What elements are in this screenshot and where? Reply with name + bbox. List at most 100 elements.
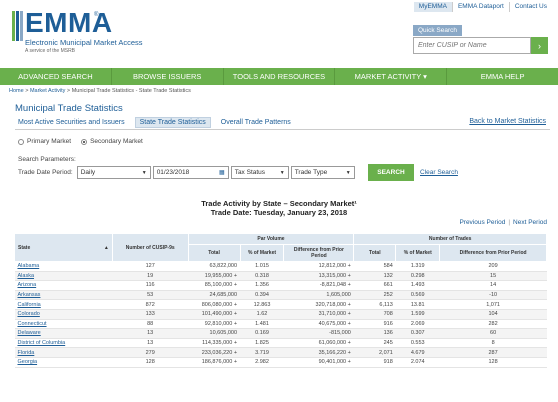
column-header-par-pct[interactable]: % of Market [239, 244, 285, 262]
trades-pct-cell: 1.493 [395, 280, 440, 291]
trades-pct-cell: 1.319 [395, 261, 440, 272]
quick-search-button[interactable]: › [531, 37, 548, 54]
results-title-line1: Trade Activity by State – Secondary Mark… [201, 199, 357, 208]
myemma-link[interactable]: MyEMMA [413, 2, 452, 12]
state-cell[interactable]: Florida [14, 347, 113, 358]
previous-period-link[interactable]: Previous Period [459, 219, 505, 226]
column-header-trades-pct[interactable]: % of Market [395, 244, 441, 262]
trades-pct-cell: 0.298 [395, 271, 440, 282]
par-total-cell: 24,685,000 [188, 290, 241, 301]
results-title: Trade Activity by State – Secondary Mark… [0, 199, 558, 217]
par-pct-cell: 3.719 [240, 347, 284, 358]
table-row: Georgia 128 186,876,000 +2.982 90,401,000 +… [14, 357, 547, 368]
par-diff-cell: 35,166,220 + [283, 347, 354, 358]
nav-market-activity[interactable]: MARKET ACTIVITY ▾ [335, 68, 448, 85]
cusip-count-cell: 88 [112, 319, 189, 330]
radio-label: Primary Market [27, 138, 72, 145]
column-header-trades-total[interactable]: Total [353, 244, 397, 262]
state-trade-table: State ▲ Number of CUSIP-9s Par Volume Num… [14, 233, 547, 368]
par-diff-cell: 61,060,000 + [283, 338, 354, 349]
par-total-cell: 186,876,000 + [188, 357, 241, 368]
nav-browse-issuers[interactable]: BROWSE ISSUERS [112, 68, 224, 85]
table-row: Delaware 13 10,605,000 0.169 -815,000 136 0.30… [14, 328, 547, 339]
table-row: California 872 806,080,000 +12.863 320,718,… [14, 299, 547, 310]
state-cell[interactable]: Georgia [14, 357, 113, 368]
state-cell[interactable]: Colorado [14, 309, 113, 320]
dropdown-arrow-icon: ▼ [345, 170, 351, 176]
tab-most-active[interactable]: Most Active Securities and Issuers [18, 119, 125, 126]
radio-primary-market[interactable]: Primary Market [18, 138, 71, 145]
clear-search-link[interactable]: Clear Search [420, 169, 458, 176]
breadcrumb-home[interactable]: Home [9, 88, 24, 94]
trade-date-input[interactable]: 01/23/2018 ▦ [152, 166, 229, 179]
trades-total-cell: 252 [353, 290, 396, 301]
contact-us-link[interactable]: Contact Us [508, 2, 552, 12]
tax-status-value: Tax Status [234, 169, 266, 176]
trades-diff-cell: 104 [439, 309, 547, 320]
trade-date-period-label: Trade Date Period: [18, 169, 73, 176]
nav-emma-help[interactable]: EMMA HELP [447, 68, 558, 85]
trades-total-cell: 245 [353, 338, 396, 349]
trades-diff-cell: -10 [439, 290, 547, 301]
period-select[interactable]: Daily ▼ [76, 166, 151, 179]
back-to-market-statistics-link[interactable]: Back to Market Statistics [469, 118, 546, 125]
par-total-cell: 92,810,000 + [188, 319, 241, 330]
trades-diff-cell: 282 [439, 319, 547, 330]
state-cell[interactable]: District of Columbia [14, 338, 113, 349]
trade-date-value: 01/23/2018 [156, 169, 190, 176]
breadcrumb-current: Municipal Trade Statistics - State Trade… [71, 88, 191, 94]
par-total-cell: 101,490,000 + [188, 309, 241, 320]
par-pct-cell: 12.863 [240, 299, 284, 310]
period-value: Daily [80, 169, 96, 176]
par-pct-cell: 0.318 [240, 271, 284, 282]
trades-total-cell: 584 [353, 261, 396, 272]
column-header-state[interactable]: State ▲ [14, 233, 113, 262]
trades-diff-cell: 8 [439, 338, 547, 349]
emma-logo[interactable]: EMMA [25, 7, 113, 39]
sort-ascending-icon[interactable]: ▲ [104, 245, 109, 251]
par-pct-cell: 1.356 [240, 280, 284, 291]
logo-subtitle: Electronic Municipal Market Access [25, 38, 143, 47]
trades-total-cell: 916 [353, 319, 396, 330]
breadcrumb-market-activity[interactable]: Market Activity [30, 88, 65, 94]
nav-advanced-search[interactable]: ADVANCED SEARCH [0, 68, 112, 85]
column-header-par-diff[interactable]: Difference from Prior Period [283, 244, 355, 262]
trades-pct-cell: 0.569 [395, 290, 440, 301]
trade-type-select[interactable]: Trade Type ▼ [290, 166, 355, 179]
tab-state-trade-statistics[interactable]: State Trade Statistics [134, 117, 211, 128]
column-header-par-total[interactable]: Total [187, 244, 241, 262]
column-header-cusips[interactable]: Number of CUSIP-9s [111, 233, 189, 262]
state-cell[interactable]: Delaware [14, 328, 113, 339]
search-button[interactable]: SEARCH [368, 164, 414, 181]
column-header-trades-diff[interactable]: Difference from Prior Period [439, 244, 547, 262]
quick-search: Quick Search › [413, 25, 550, 54]
radio-secondary-market[interactable]: Secondary Market [81, 138, 143, 145]
cusip-count-cell: 279 [112, 347, 189, 358]
emma-dataport-link[interactable]: EMMA Dataport [451, 2, 509, 12]
par-total-cell: 19,955,000 + [188, 271, 241, 282]
state-cell[interactable]: Connecticut [14, 319, 113, 330]
cusip-count-cell: 13 [112, 328, 189, 339]
trades-total-cell: 661 [353, 280, 396, 291]
trades-diff-cell: 287 [439, 347, 547, 358]
trades-diff-cell: 14 [439, 280, 547, 291]
table-row: Colorado 133 101,490,000 +1.62 31,710,000 +… [14, 309, 547, 320]
state-cell[interactable]: Arkansas [14, 290, 113, 301]
state-cell[interactable]: Alabama [14, 261, 113, 272]
trades-pct-cell: 2.069 [395, 319, 440, 330]
par-diff-cell: 1,605,000 [283, 290, 354, 301]
calendar-icon[interactable]: ▦ [219, 169, 225, 176]
nav-tools-and-resources[interactable]: TOOLS AND RESOURCES [224, 68, 336, 85]
divider [15, 129, 550, 130]
radio-button-icon [18, 138, 24, 145]
tab-overall-trade-patterns[interactable]: Overall Trade Patterns [221, 119, 291, 126]
search-parameters: Trade Date Period: Daily ▼ 01/23/2018 ▦ … [18, 166, 355, 179]
tax-status-select[interactable]: Tax Status ▼ [230, 166, 289, 179]
quick-search-input[interactable] [413, 37, 531, 54]
next-period-link[interactable]: Next Period [513, 219, 547, 226]
state-cell[interactable]: Arizona [14, 280, 113, 291]
state-cell[interactable]: Alaska [14, 271, 113, 282]
radio-label: Secondary Market [90, 138, 143, 145]
trades-pct-cell: 0.553 [395, 338, 440, 349]
state-cell[interactable]: California [14, 299, 113, 310]
